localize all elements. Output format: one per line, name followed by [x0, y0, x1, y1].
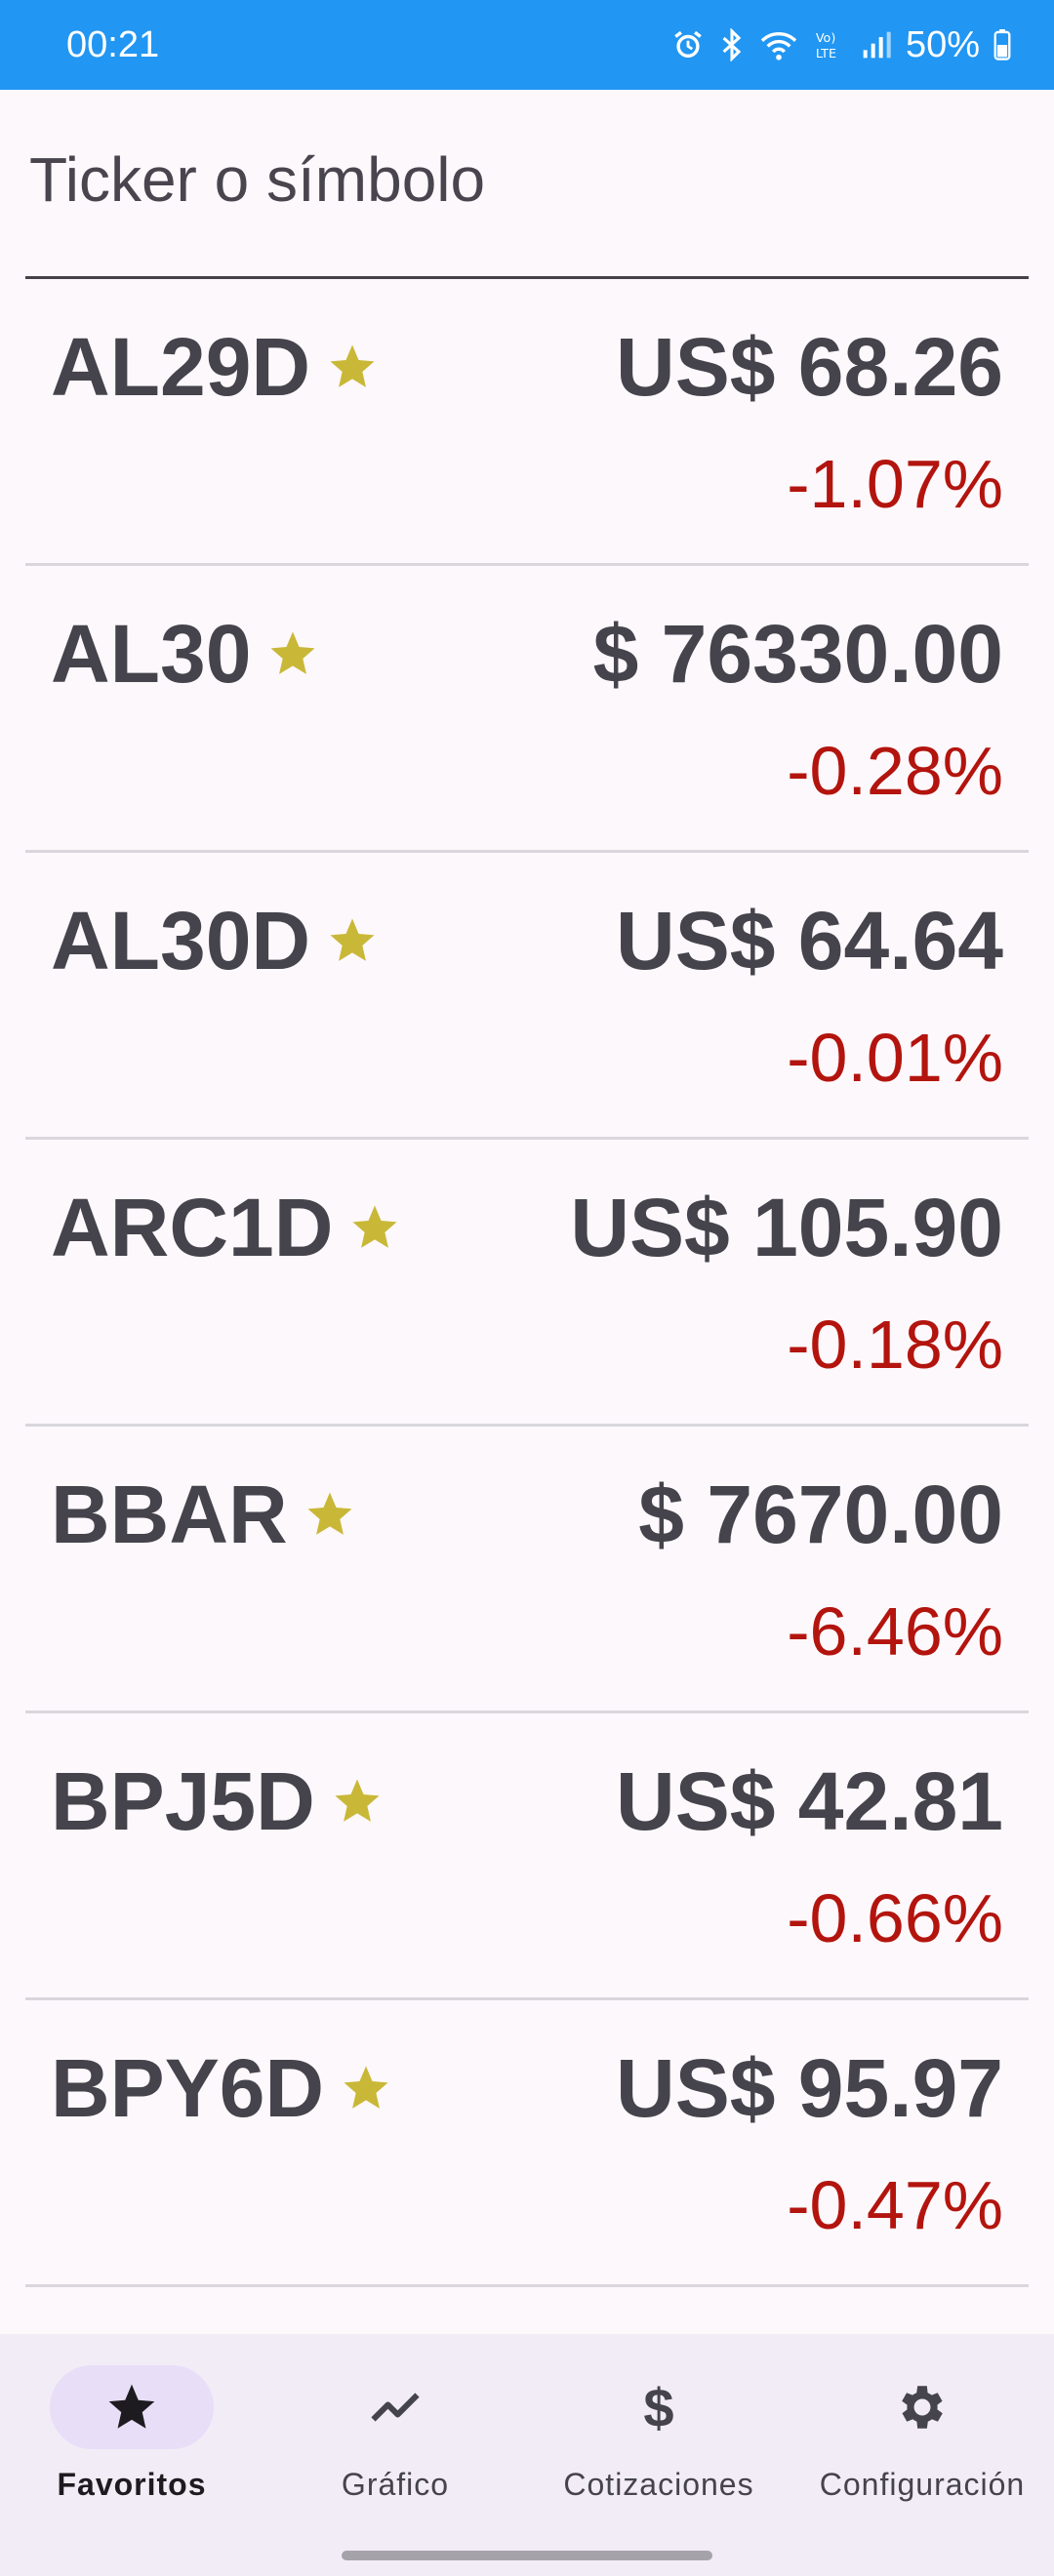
status-time: 00:21 — [66, 23, 160, 65]
percent-change: -0.28% — [787, 733, 1003, 809]
nav-item-grafico[interactable]: Gráfico — [264, 2334, 527, 2529]
home-indicator[interactable] — [342, 2551, 712, 2560]
list-item[interactable]: ARC1D US$ 105.90 -0.18% — [25, 1140, 1029, 1427]
ticker-symbol: AL29D — [51, 320, 311, 413]
status-bar: 00:21 Vo) LTE 50% — [0, 0, 1054, 90]
percent-change: -1.07% — [787, 446, 1003, 522]
list-item[interactable]: AL30 $ 76330.00 -0.28% — [25, 566, 1029, 853]
gear-icon — [902, 2386, 943, 2429]
chart-line-icon — [371, 2393, 420, 2422]
list-item[interactable]: AL29D US$ 68.26 -1.07% — [25, 279, 1029, 566]
percent-change: -0.18% — [787, 1307, 1003, 1383]
price: US$ 95.97 — [616, 2041, 1003, 2134]
nav-active-indicator — [50, 2365, 214, 2449]
status-icons: Vo) LTE 50% — [671, 24, 1011, 66]
price: US$ 68.26 — [616, 320, 1003, 413]
search-input[interactable] — [29, 141, 1005, 219]
search-field[interactable] — [25, 90, 1029, 279]
star-icon[interactable] — [331, 1775, 384, 1828]
ticker-symbol: BBAR — [51, 1468, 288, 1560]
ticker-symbol: ARC1D — [51, 1181, 334, 1273]
price: US$ 105.90 — [570, 1181, 1003, 1273]
bluetooth-icon — [718, 28, 746, 61]
svg-text:Vo): Vo) — [816, 31, 836, 46]
nav-label: Favoritos — [57, 2467, 207, 2502]
list-item[interactable]: BPJ5D US$ 42.81 -0.66% — [25, 1713, 1029, 2000]
star-icon[interactable] — [326, 341, 379, 393]
percent-change: -0.01% — [787, 1020, 1003, 1096]
price: US$ 64.64 — [616, 894, 1003, 986]
volte-icon: Vo) LTE — [812, 28, 847, 61]
list-item[interactable]: AL30D US$ 64.64 -0.01% — [25, 853, 1029, 1140]
svg-text:LTE: LTE — [816, 47, 836, 61]
percent-change: -0.47% — [787, 2167, 1003, 2243]
nav-item-cotizaciones[interactable]: $ Cotizaciones — [527, 2334, 790, 2529]
price: $ 7670.00 — [638, 1468, 1003, 1560]
battery-icon — [993, 29, 1011, 60]
percent-change: -0.66% — [787, 1880, 1003, 1956]
nav-label: Cotizaciones — [563, 2467, 754, 2502]
star-icon[interactable] — [266, 627, 319, 680]
price: US$ 42.81 — [616, 1754, 1003, 1847]
list-item[interactable]: BBAR $ 7670.00 -6.46% — [25, 1427, 1029, 1713]
alarm-icon — [671, 28, 705, 61]
nav-item-configuracion[interactable]: Configuración — [790, 2334, 1054, 2529]
wifi-icon — [759, 28, 798, 61]
ticker-symbol: AL30 — [51, 607, 252, 700]
battery-text: 50% — [905, 23, 980, 65]
list-item[interactable]: BPY6D US$ 95.97 -0.47% — [25, 2000, 1029, 2287]
star-icon[interactable] — [326, 914, 379, 967]
star-icon[interactable] — [348, 1201, 401, 1254]
favorites-list[interactable]: AL29D US$ 68.26 -1.07% AL30 $ 76330.00 -… — [25, 279, 1029, 2287]
price: $ 76330.00 — [592, 607, 1003, 700]
signal-icon — [861, 29, 892, 60]
dollar-icon: $ — [643, 2376, 674, 2438]
nav-label: Configuración — [819, 2467, 1026, 2502]
ticker-symbol: AL30D — [51, 894, 311, 986]
ticker-symbol: BPJ5D — [51, 1754, 315, 1847]
nav-label: Gráfico — [341, 2467, 450, 2502]
bottom-navigation: Favoritos Gráfico $ Cotizaciones Configu… — [0, 2334, 1054, 2576]
nav-item-favoritos[interactable]: Favoritos — [0, 2334, 264, 2529]
ticker-symbol: BPY6D — [51, 2041, 325, 2134]
star-icon — [108, 2384, 155, 2429]
star-icon[interactable] — [304, 1488, 356, 1541]
star-icon[interactable] — [340, 2062, 392, 2114]
percent-change: -6.46% — [787, 1593, 1003, 1670]
